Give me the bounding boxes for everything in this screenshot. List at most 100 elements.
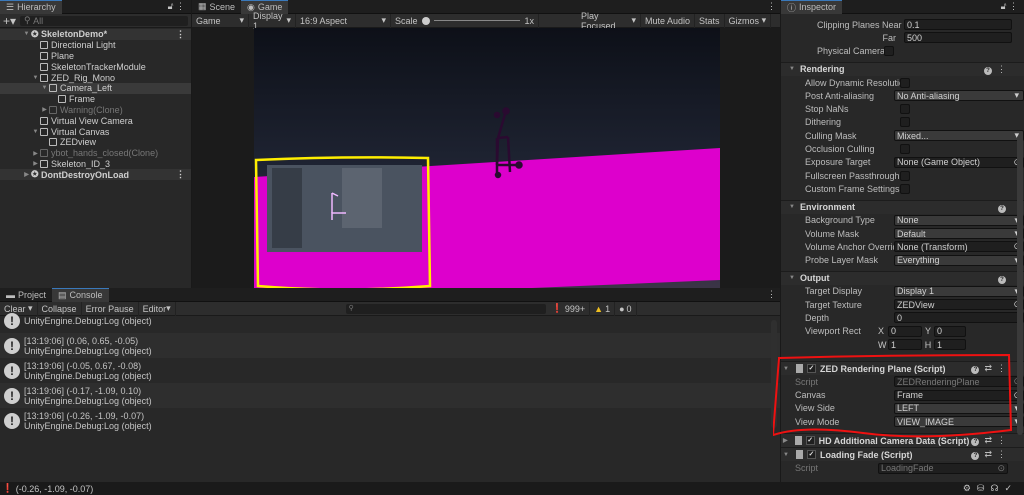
expand-arrow-icon[interactable]: ▶ <box>31 150 40 157</box>
hierarchy-item[interactable]: ▶ ✪ DontDestroyOnLoad ⋮ <box>0 169 191 181</box>
folder-icon: ▬ <box>6 289 15 300</box>
gameobject-icon <box>40 41 48 50</box>
help-icon[interactable]: ? <box>998 275 1006 284</box>
expand-arrow-icon[interactable]: ▼ <box>40 85 49 91</box>
dropdown-field[interactable]: No Anti-aliasing ▾ <box>894 90 1024 102</box>
dropdown-arrow-icon: ▾ <box>1014 90 1019 101</box>
add-icon[interactable]: +▾ <box>3 14 16 28</box>
hierarchy-item[interactable]: Plane <box>0 51 191 62</box>
hierarchy-search-input[interactable]: ⚲ All <box>20 15 188 26</box>
warning-count-toggle[interactable]: ▲ 1 <box>590 301 616 316</box>
console-search-input[interactable]: ⚲ <box>345 303 546 314</box>
tab-inspector[interactable]: ⓘ Inspector <box>781 0 843 14</box>
hierarchy-item[interactable]: Virtual View Camera <box>0 115 191 126</box>
unity-scene-icon: ✪ <box>31 28 42 39</box>
object-field[interactable]: None (Game Object)⊙ <box>894 156 1024 168</box>
checkbox[interactable] <box>900 144 910 155</box>
console-entry[interactable]: ! [13:19:06] (0.06, 0.65, -0.05) UnityEngi… <box>0 333 780 358</box>
enable-checkbox[interactable]: ✓ <box>806 450 816 460</box>
viewport-x[interactable]: 0 <box>888 325 922 337</box>
hierarchy-item[interactable]: ▶ Skeleton_ID_3 <box>0 159 191 170</box>
expand-arrow-icon[interactable]: ▼ <box>31 129 40 135</box>
object-field[interactable]: None (Transform)⊙ <box>894 241 1024 253</box>
dropdown-field[interactable]: Everything▾ <box>894 254 1024 266</box>
dropdown-field[interactable]: Mixed...▾ <box>894 130 1024 142</box>
error-pause-button[interactable]: Error Pause <box>82 301 139 316</box>
expand-arrow-icon[interactable]: ▶ <box>22 171 31 178</box>
more-icon[interactable]: ⋮ <box>176 169 185 180</box>
tab-hierarchy[interactable]: ☰ Hierarchy <box>0 0 62 14</box>
console-entry[interactable]: ! [13:19:06] (-0.05, 0.67, -0.08) UnityEng… <box>0 358 780 383</box>
preset-icon[interactable]: ⇄ <box>984 449 992 459</box>
component-header[interactable]: ▼ ✓ Loading Fade (Script)? ⇄ ⋮ <box>781 447 1024 462</box>
lock-icon[interactable]: 🔓︎ ⋮ <box>168 1 185 12</box>
tab-scene[interactable]: ▦ Scene <box>192 0 241 14</box>
checkbox[interactable] <box>900 183 910 194</box>
help-icon[interactable]: ? <box>971 452 980 461</box>
expand-arrow-icon[interactable]: ▶ <box>31 160 40 167</box>
console-entry[interactable]: ! [13:19:06] (-0.26, -1.09, -0.07) UnityEn… <box>0 408 780 433</box>
hierarchy-item[interactable]: ▼ Camera_Left <box>0 82 191 94</box>
editor-dropdown[interactable]: Editor ▾ <box>139 301 176 316</box>
hierarchy-item[interactable]: ▼ Virtual Canvas <box>0 126 191 137</box>
expand-arrow-icon[interactable]: ▼ <box>22 31 31 37</box>
game-mode-dropdown[interactable]: Game ▾ <box>192 13 249 28</box>
aspect-dropdown[interactable]: 16:9 Aspect ▾ <box>296 13 391 28</box>
gameobject-icon <box>40 62 48 71</box>
object-field[interactable]: ZEDView⊙ <box>894 299 1024 311</box>
checkbox[interactable] <box>900 77 910 88</box>
more-icon[interactable]: ⋮ <box>176 29 185 40</box>
collapse-button[interactable]: Collapse <box>38 301 82 316</box>
scale-slider[interactable]: Scale 1x <box>391 13 539 28</box>
help-icon[interactable]: ? <box>983 66 992 75</box>
display-dropdown[interactable]: Display 1 ▾ <box>249 11 296 31</box>
inspector-panel: ⓘ Inspector 🔓︎ ⋮ Clipping Planes Near 0.1 … <box>773 0 1024 482</box>
help-icon[interactable]: ? <box>998 204 1006 213</box>
viewport-y[interactable]: 0 <box>934 325 966 337</box>
lock-icon[interactable]: 🔓︎ ⋮ <box>1001 1 1018 12</box>
gameobject-icon <box>49 105 57 114</box>
clip-far-field[interactable]: 500 <box>904 32 1012 44</box>
dropdown-field[interactable]: Default▾ <box>894 228 1024 239</box>
error-count-toggle[interactable]: ● 0 <box>615 301 637 316</box>
stats-button[interactable]: Stats <box>695 13 725 28</box>
clear-button[interactable]: Clear ▾ <box>0 301 38 316</box>
hierarchy-item[interactable]: Frame <box>0 94 191 105</box>
physical-camera-checkbox[interactable] <box>884 46 894 57</box>
play-focused-dropdown[interactable]: Play Focused ▾ <box>577 11 641 31</box>
hierarchy-item[interactable]: SkeletonTrackerModule <box>0 61 191 72</box>
console-entry[interactable]: ! [13:19:06] (-0.17, -1.09, 0.10) UnityEng… <box>0 383 780 408</box>
dropdown-field[interactable]: Display 1▾ <box>894 285 1024 297</box>
clip-near-field[interactable]: 0.1 <box>904 19 1012 31</box>
mute-audio-button[interactable]: Mute Audio <box>641 13 696 28</box>
expand-arrow-icon[interactable]: ▶ <box>40 106 49 113</box>
hierarchy-item[interactable]: ZEDview <box>0 137 191 148</box>
gizmos-button[interactable]: Gizmos ▾ <box>725 13 772 28</box>
text-field[interactable]: 0 <box>894 312 1024 324</box>
object-field[interactable]: LoadingFade ⊙ <box>878 462 1008 474</box>
console-panel: ▬ Project ▤ Console ⋮ Clear ▾ Collapse Err… <box>0 287 780 482</box>
checkbox[interactable] <box>900 104 910 115</box>
hierarchy-item[interactable]: ▶ Warning(Clone) <box>0 105 191 116</box>
expand-arrow-icon[interactable]: ▼ <box>31 75 40 81</box>
log-count-toggle[interactable]: ❗ 999+ <box>548 301 591 316</box>
gameobject-icon <box>40 159 48 168</box>
hierarchy-item[interactable]: ▶ ybot_hands_closed(Clone) <box>0 148 191 159</box>
inspector-row: Allow Dynamic Resolution <box>781 76 1024 89</box>
dropdown-field[interactable]: None▾ <box>894 214 1024 226</box>
hierarchy-item[interactable]: ▼ ZED_Rig_Mono <box>0 72 191 83</box>
hierarchy-item[interactable]: Directional Light <box>0 40 191 51</box>
section-header-environment[interactable]: ▼ Environment? <box>781 199 1024 214</box>
checkbox[interactable] <box>900 170 910 181</box>
more-icon[interactable]: ⋮ <box>767 289 776 300</box>
section-header-output[interactable]: ▼ Output? <box>781 270 1024 285</box>
section-header-rendering[interactable]: ▼ Rendering? ⋮ <box>781 61 1024 76</box>
tab-console[interactable]: ▤ Console <box>52 287 109 302</box>
status-icons[interactable]: ⚙⛁☊✓ <box>963 483 1018 494</box>
hierarchy-item[interactable]: ▼ ✪ SkeletonDemo* ⋮ <box>0 29 191 40</box>
inspector-row: Volume MaskDefault▾ <box>781 227 1024 240</box>
gameobject-icon <box>40 149 48 158</box>
tab-project[interactable]: ▬ Project <box>0 288 52 302</box>
checkbox[interactable] <box>900 117 910 128</box>
more-icon[interactable]: ⋮ <box>767 1 776 12</box>
